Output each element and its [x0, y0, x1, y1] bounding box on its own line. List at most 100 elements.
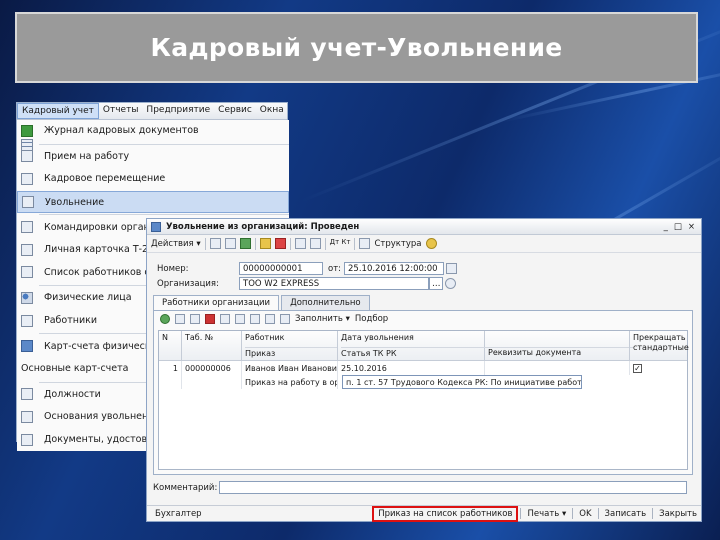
- menu-item-label: Журнал кадровых документов: [44, 125, 199, 137]
- cell-tab-no[interactable]: 000000006: [182, 361, 242, 375]
- end-edit-icon[interactable]: [220, 314, 230, 324]
- menu-item-dismissal[interactable]: Увольнение: [17, 190, 289, 214]
- menu-item-label: Должности: [44, 388, 101, 400]
- delete-row-icon[interactable]: [205, 314, 215, 324]
- calendar-icon[interactable]: [446, 263, 458, 274]
- number-row: Номер: 00000000001 от: 25.10.2016 12:00:…: [157, 262, 458, 275]
- organization-row: Организация: ТОО W2 EXPRESS …: [157, 277, 456, 290]
- date-field[interactable]: 25.10.2016 12:00:00: [344, 262, 445, 275]
- copy-row-icon[interactable]: [175, 314, 185, 324]
- table-row[interactable]: 1 000000006 Иванов Иван Иванович 25.10.2…: [159, 361, 687, 375]
- menu-item-label: Основания увольнения: [44, 411, 161, 423]
- toolbar-separator: [204, 237, 206, 250]
- tab-workers[interactable]: Работники организации: [153, 295, 280, 310]
- col-tab-no[interactable]: Таб. №: [182, 331, 242, 360]
- card-icon: [21, 340, 33, 353]
- report-icon: [21, 243, 33, 256]
- document-footer: Бухгалтер Приказ на список работников Пе…: [147, 505, 701, 522]
- comment-row: Комментарий:: [153, 481, 687, 494]
- document-icon: [21, 150, 33, 163]
- select-workers-button[interactable]: Подбор: [355, 314, 388, 324]
- print-order-button[interactable]: Приказ на список работников: [372, 505, 519, 522]
- toolbar-separator: [254, 237, 256, 250]
- help-icon[interactable]: [425, 238, 437, 249]
- actions-button[interactable]: Действия ▾: [151, 239, 201, 249]
- cell-n: 1: [159, 361, 182, 375]
- move-up-icon[interactable]: [235, 314, 245, 324]
- history-icon[interactable]: [309, 238, 321, 249]
- document-icon: [22, 196, 34, 209]
- fill-button[interactable]: Заполнить ▾: [295, 314, 350, 324]
- refresh-icon[interactable]: [239, 238, 251, 249]
- structure-icon[interactable]: [359, 238, 371, 249]
- sort-desc-icon[interactable]: [280, 314, 290, 324]
- ok-button[interactable]: OK: [575, 508, 595, 520]
- close-icon[interactable]: ×: [688, 222, 695, 232]
- footer-separator: [597, 508, 599, 519]
- copy-icon[interactable]: [259, 238, 271, 249]
- organization-field[interactable]: ТОО W2 EXPRESS: [239, 277, 429, 290]
- footer-separator: [572, 508, 574, 519]
- save-icon[interactable]: [209, 238, 221, 249]
- move-down-icon[interactable]: [250, 314, 260, 324]
- dt-kt-icon[interactable]: Дт Кт: [330, 238, 351, 249]
- cell-stop-standard[interactable]: ✓: [630, 361, 687, 375]
- slide-title: Кадровый учет-Увольнение: [150, 33, 563, 62]
- toolbar-separator: [324, 237, 326, 250]
- menu-windows[interactable]: Окна: [256, 103, 288, 119]
- cell-date[interactable]: 25.10.2016: [338, 361, 485, 375]
- close-button[interactable]: Закрыть: [655, 508, 701, 520]
- menu-separator: [39, 214, 289, 216]
- based-on-icon[interactable]: [294, 238, 306, 249]
- document-icon: [21, 172, 33, 185]
- edit-row-icon[interactable]: [190, 314, 200, 324]
- sort-asc-icon[interactable]: [265, 314, 275, 324]
- menu-service[interactable]: Сервис: [214, 103, 256, 119]
- select-button[interactable]: …: [429, 277, 443, 290]
- menu-item-hire[interactable]: Прием на работу: [17, 146, 289, 169]
- report-icon: [21, 266, 33, 279]
- toolbar-separator: [289, 237, 291, 250]
- post-icon[interactable]: [224, 238, 236, 249]
- menu-item-transfer[interactable]: Кадровое перемещение: [17, 168, 289, 191]
- comment-field[interactable]: [219, 481, 687, 494]
- tab-additional[interactable]: Дополнительно: [281, 295, 370, 310]
- col-stop-standard[interactable]: Прекращать стандартные: [630, 331, 689, 360]
- cell-worker[interactable]: Иванов Иван Иванович: [242, 361, 338, 375]
- save-button[interactable]: Записать: [601, 508, 651, 520]
- document-title-bar: Увольнение из организаций: Проведен _ □ …: [147, 219, 701, 235]
- menu-item-label: Личная карточка Т-2: [44, 244, 149, 256]
- minimize-icon[interactable]: _: [664, 222, 668, 232]
- unpost-icon[interactable]: [274, 238, 286, 249]
- workers-panel: Заполнить ▾ Подбор N Таб. № Работник Прик…: [153, 310, 693, 475]
- maximize-icon[interactable]: □: [674, 222, 682, 232]
- menu-item-journal[interactable]: Журнал кадровых документов: [17, 120, 289, 143]
- menu-kadrovy-uchet[interactable]: Кадровый учет: [17, 103, 99, 119]
- print-button[interactable]: Печать ▾: [523, 508, 570, 520]
- col-dismiss-date[interactable]: Дата увольнения Статья ТК РК: [338, 331, 633, 360]
- checkbox[interactable]: ✓: [633, 363, 642, 373]
- folder-icon: [21, 410, 33, 423]
- cell-order[interactable]: Приказ на работу в орг.: [242, 375, 338, 389]
- journal-icon: [21, 124, 33, 137]
- menu-item-label: Основные карт-счета: [21, 363, 129, 375]
- cell-article[interactable]: п. 1 ст. 57 Трудового Кодекса РК: По ини…: [342, 375, 582, 389]
- menu-item-label: Физические лица: [44, 292, 132, 304]
- col-doc-details[interactable]: Реквизиты документа: [485, 331, 630, 360]
- col-worker[interactable]: Работник Приказ: [242, 331, 338, 360]
- table-row-sub[interactable]: Приказ на работу в орг. п. 1 ст. 57 Труд…: [159, 375, 687, 389]
- structure-button[interactable]: Структура: [374, 239, 421, 249]
- col-n[interactable]: N: [159, 331, 182, 360]
- toolbar-separator: [354, 237, 356, 250]
- number-field[interactable]: 00000000001: [239, 262, 323, 275]
- slide-title-box: Кадровый учет-Увольнение: [15, 12, 698, 83]
- folder-icon: [21, 433, 33, 446]
- menu-reports[interactable]: Отчеты: [99, 103, 143, 119]
- organization-label: Организация:: [157, 278, 219, 289]
- workers-table: N Таб. № Работник Приказ Дата увольнения С…: [158, 330, 689, 470]
- cell-doc-details[interactable]: [485, 361, 630, 375]
- open-icon[interactable]: [445, 278, 456, 289]
- add-row-icon[interactable]: [160, 314, 170, 324]
- table-header: N Таб. № Работник Приказ Дата увольнения С…: [159, 331, 689, 361]
- menu-enterprise[interactable]: Предприятие: [142, 103, 214, 119]
